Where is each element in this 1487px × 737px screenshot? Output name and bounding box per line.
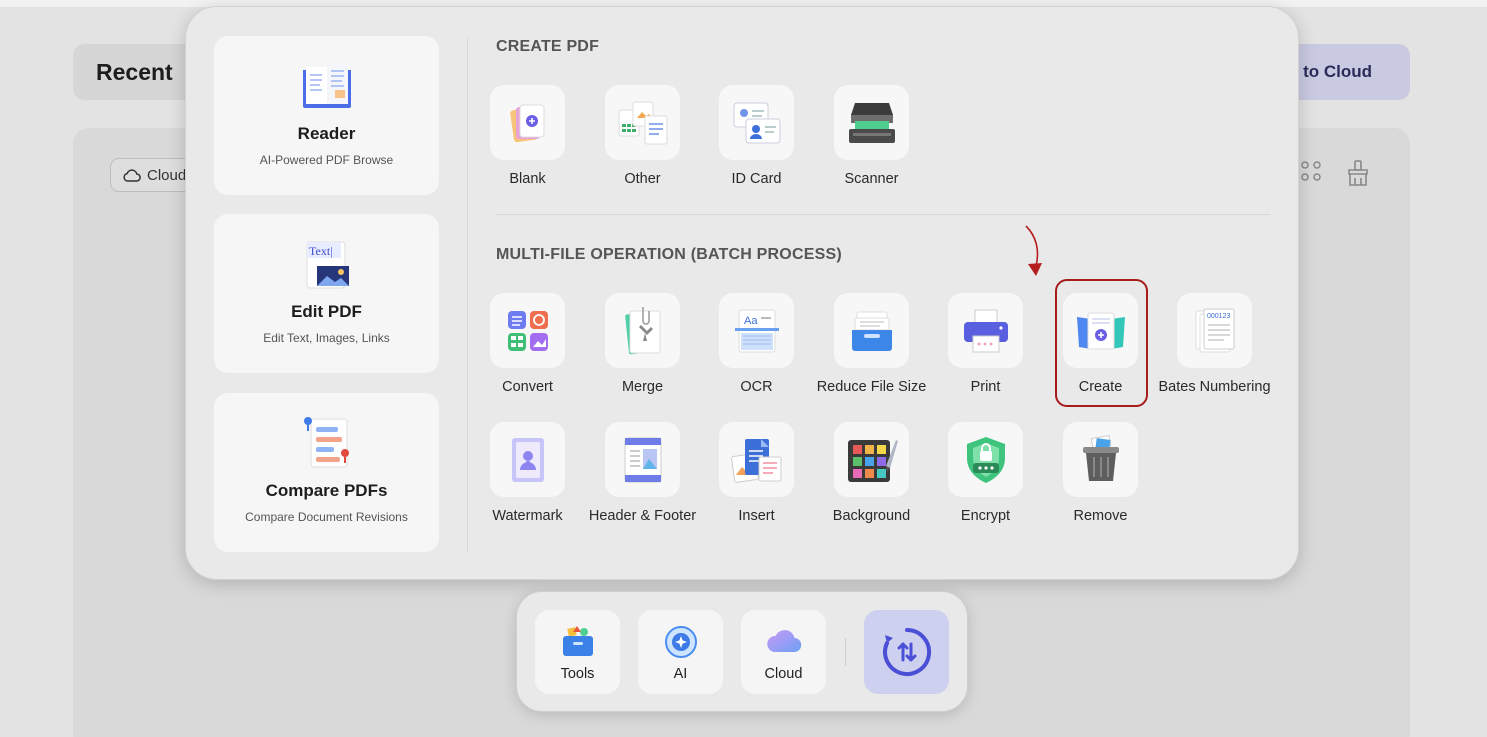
- convert-icon: [507, 310, 548, 351]
- cloud-icon: [767, 630, 802, 653]
- dock-ai-button[interactable]: AI: [638, 610, 723, 694]
- recent-title: Recent: [96, 59, 173, 85]
- tool-label: Header & Footer: [588, 508, 697, 524]
- tool-label: Convert: [502, 379, 553, 395]
- tool-scanner[interactable]: Scanner: [814, 85, 929, 187]
- tool-ocr[interactable]: Aa OCR: [699, 293, 814, 395]
- reader-subtitle: AI-Powered PDF Browse: [259, 153, 394, 167]
- ocr-icon: Aa: [734, 309, 779, 352]
- tool-remove[interactable]: Remove: [1043, 422, 1158, 524]
- dock-tools-button[interactable]: Tools: [535, 610, 620, 694]
- tool-label: Scanner: [844, 171, 899, 187]
- svg-text:000123: 000123: [1207, 313, 1230, 320]
- blank-pdf-icon: [509, 104, 544, 142]
- create-pdf-heading: CREATE PDF: [496, 38, 600, 55]
- compare-icon: [304, 417, 349, 468]
- cloud-outline-icon: [123, 169, 141, 182]
- dock-label: Tools: [560, 666, 595, 682]
- merge-icon: [624, 306, 660, 354]
- reader-title: Reader: [297, 124, 356, 143]
- dock-label: AI: [673, 666, 688, 682]
- tool-label: ID Card: [731, 171, 782, 187]
- tool-label: Other: [624, 171, 661, 187]
- tool-bates-numbering[interactable]: 000123 Bates Numbering: [1157, 293, 1272, 395]
- reduce-size-icon: [851, 311, 892, 351]
- grid-view-icon[interactable]: [1300, 160, 1322, 182]
- tool-label: Insert: [738, 508, 775, 524]
- tool-convert[interactable]: Convert: [470, 293, 585, 395]
- bottom-dock: Tools AI Cloud: [516, 591, 968, 712]
- tool-label: Blank: [509, 171, 546, 187]
- other-files-icon: [618, 101, 667, 144]
- dock-label: Cloud: [764, 666, 803, 682]
- tool-background[interactable]: Background: [814, 422, 929, 524]
- tool-blank[interactable]: Blank: [470, 85, 585, 187]
- tool-label: Encrypt: [960, 508, 1011, 524]
- clean-brush-icon[interactable]: [1346, 160, 1370, 186]
- dock-switch-button[interactable]: [864, 610, 949, 694]
- compare-pdfs-card[interactable]: Compare PDFs Compare Document Revisions: [214, 393, 439, 552]
- edit-pdf-subtitle: Edit Text, Images, Links: [263, 331, 390, 345]
- header-footer-icon: [624, 437, 661, 482]
- cloud-chip-label: Cloud: [147, 166, 187, 184]
- insert-icon: [730, 438, 781, 483]
- id-card-icon: [733, 102, 780, 143]
- batch-heading: MULTI-FILE OPERATION (BATCH PROCESS): [496, 246, 842, 263]
- dock-divider: [845, 638, 846, 666]
- encrypt-icon: [966, 436, 1005, 483]
- watermark-icon: [511, 437, 544, 482]
- background-icon: [847, 439, 898, 482]
- reader-card[interactable]: Reader AI-Powered PDF Browse: [214, 36, 439, 195]
- tool-label: OCR: [740, 379, 773, 395]
- create-icon: [1076, 312, 1125, 349]
- upload-to-cloud-label: to Cloud: [1303, 62, 1372, 81]
- dock-cloud-button[interactable]: Cloud: [741, 610, 826, 694]
- edit-pdf-card[interactable]: Text| Edit PDF Edit Text, Images, Links: [214, 214, 439, 373]
- tool-merge[interactable]: Merge: [585, 293, 700, 395]
- tool-label: Watermark: [492, 508, 563, 524]
- tool-label: Reduce File Size: [816, 379, 927, 395]
- reader-book-icon: [303, 63, 351, 108]
- tool-print[interactable]: Print: [928, 293, 1043, 395]
- compare-pdfs-subtitle: Compare Document Revisions: [245, 510, 408, 524]
- edit-text-icon: Text|: [306, 241, 349, 289]
- tool-id-card[interactable]: ID Card: [699, 85, 814, 187]
- ai-icon: [665, 626, 697, 658]
- tool-insert[interactable]: Insert: [699, 422, 814, 524]
- tools-icon: [563, 626, 593, 656]
- print-icon: [963, 309, 1008, 352]
- tool-label: Create: [1078, 379, 1123, 395]
- tool-reduce-file-size[interactable]: Reduce File Size: [814, 293, 929, 395]
- scanner-icon: [848, 102, 895, 143]
- tool-watermark[interactable]: Watermark: [470, 422, 585, 524]
- switch-icon: [882, 627, 931, 676]
- remove-trash-icon: [1082, 434, 1119, 481]
- tool-other[interactable]: Other: [585, 85, 700, 187]
- tool-encrypt[interactable]: Encrypt: [928, 422, 1043, 524]
- annotation-arrow-icon: [1025, 225, 1042, 276]
- bates-numbering-icon: 000123: [1195, 308, 1234, 352]
- section-divider: [496, 214, 1270, 215]
- tools-panel: Reader AI-Powered PDF Browse Text| Edit …: [185, 6, 1299, 580]
- tool-label: Bates Numbering: [1158, 379, 1271, 395]
- tool-header-footer[interactable]: Header & Footer: [585, 422, 700, 524]
- edit-pdf-title: Edit PDF: [291, 302, 362, 321]
- tool-create[interactable]: Create: [1043, 293, 1158, 395]
- compare-pdfs-title: Compare PDFs: [265, 481, 388, 500]
- tool-label: Merge: [621, 379, 664, 395]
- svg-text:Aa: Aa: [744, 315, 758, 327]
- tool-label: Background: [832, 508, 911, 524]
- tool-label: Print: [970, 379, 1001, 395]
- tool-label: Remove: [1073, 508, 1128, 524]
- svg-text:Text|: Text|: [309, 244, 333, 258]
- panel-divider: [467, 37, 468, 552]
